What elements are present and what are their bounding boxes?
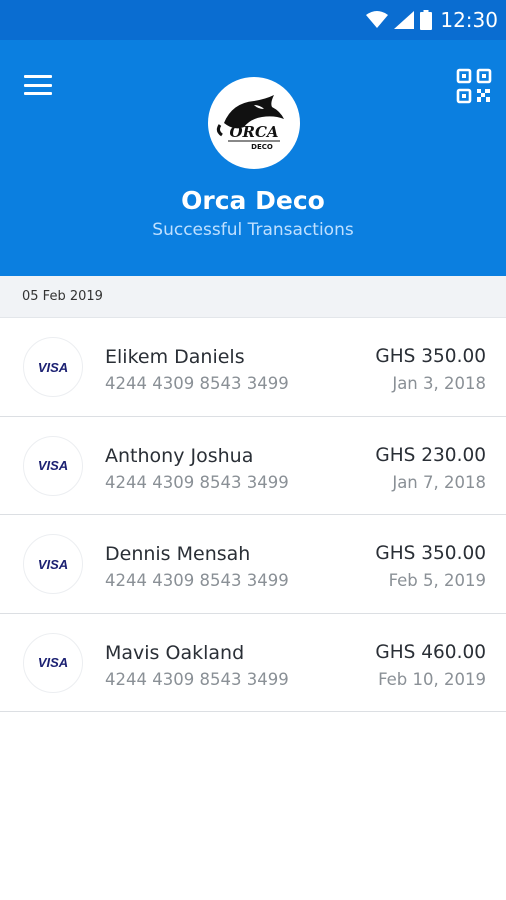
orca-logo-icon: ORCA DECO xyxy=(216,95,284,151)
transaction-date: Jan 3, 2018 xyxy=(392,374,486,393)
transaction-date: Feb 10, 2019 xyxy=(378,669,486,689)
transaction-date: Feb 5, 2019 xyxy=(388,571,486,590)
transaction-row[interactable]: VISA Elikem Daniels 4244 4309 8543 3499 … xyxy=(0,318,506,417)
transaction-row[interactable]: VISA Anthony Joshua 4244 4309 8543 3499 … xyxy=(0,416,506,515)
app-header: ORCA DECO Orca Deco Successful Transacti… xyxy=(0,40,506,276)
customer-name: Mavis Oakland xyxy=(105,641,245,664)
wifi-icon xyxy=(366,11,389,28)
status-bar: 12:30 xyxy=(0,0,506,40)
transaction-row[interactable]: VISA Dennis Mensah 4244 4309 8543 3499 G… xyxy=(0,515,506,614)
customer-name: Dennis Mensah xyxy=(105,543,251,565)
status-time: 12:30 xyxy=(440,8,498,32)
svg-text:DECO: DECO xyxy=(251,143,273,151)
transaction-amount: GHS 350.00 xyxy=(375,346,486,367)
card-number: 4244 4309 8543 3499 xyxy=(105,472,289,492)
transaction-row[interactable]: VISA Mavis Oakland 4244 4309 8543 3499 G… xyxy=(0,613,506,712)
transaction-amount: GHS 350.00 xyxy=(375,543,486,564)
hamburger-menu-icon[interactable] xyxy=(20,70,56,100)
battery-icon xyxy=(420,10,433,30)
transaction-amount: GHS 460.00 xyxy=(375,641,486,663)
visa-card-icon: VISA xyxy=(23,337,83,397)
svg-text:ORCA: ORCA xyxy=(229,123,278,141)
transaction-amount: GHS 230.00 xyxy=(375,444,486,466)
date-section-header: 05 Feb 2019 xyxy=(0,276,506,318)
page-subtitle: Successful Transactions xyxy=(152,220,354,240)
card-number: 4244 4309 8543 3499 xyxy=(105,571,289,590)
card-number: 4244 4309 8543 3499 xyxy=(105,374,289,393)
visa-card-icon: VISA xyxy=(23,632,83,693)
visa-card-icon: VISA xyxy=(23,435,83,496)
brand-name: Orca Deco xyxy=(181,186,325,215)
brand-logo: ORCA DECO xyxy=(208,77,300,169)
customer-name: Anthony Joshua xyxy=(105,444,254,467)
section-date-label: 05 Feb 2019 xyxy=(22,289,103,304)
card-number: 4244 4309 8543 3499 xyxy=(105,669,289,689)
visa-card-icon: VISA xyxy=(23,534,83,594)
qr-code-icon[interactable] xyxy=(456,68,492,104)
customer-name: Elikem Daniels xyxy=(105,346,245,368)
transaction-date: Jan 7, 2018 xyxy=(392,472,486,492)
signal-icon xyxy=(394,11,415,29)
transaction-list: VISA Elikem Daniels 4244 4309 8543 3499 … xyxy=(0,318,506,712)
